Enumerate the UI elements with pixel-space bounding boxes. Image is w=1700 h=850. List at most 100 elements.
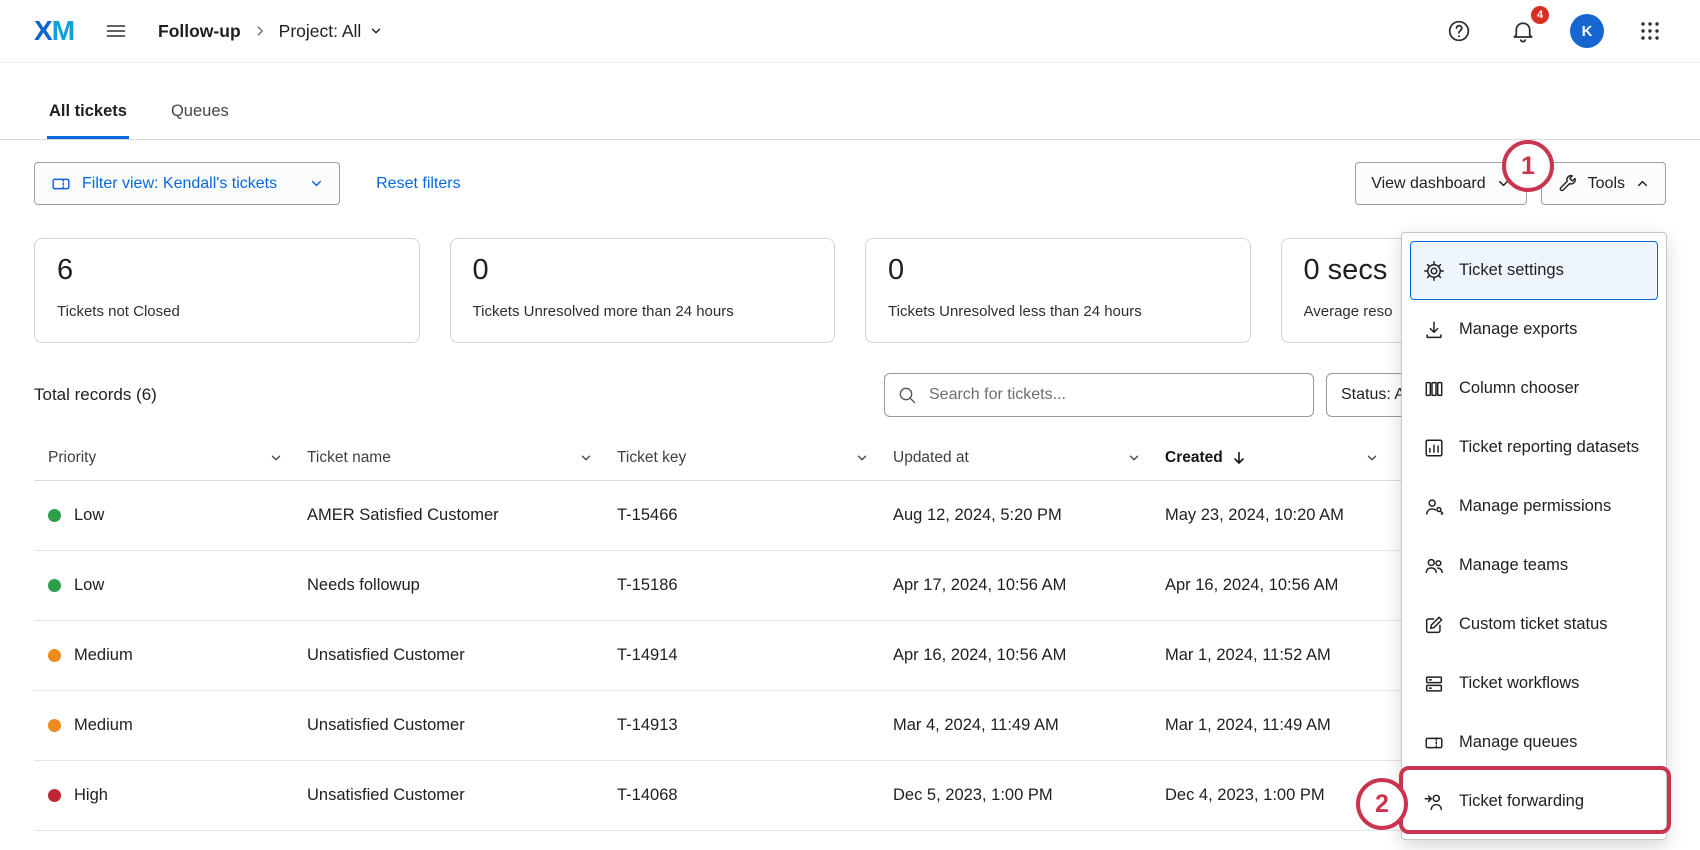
search-box (884, 373, 1314, 417)
chevron-down-icon (309, 176, 324, 191)
menu-item-label: Ticket forwarding (1459, 792, 1584, 811)
person-key-icon (1423, 496, 1445, 518)
priority-label: Low (74, 576, 104, 595)
tab-bar: All tickets Queues (0, 102, 1700, 140)
annotation-step-1: 1 (1502, 140, 1554, 192)
stat-value: 0 (473, 254, 813, 287)
chevron-down-icon (269, 451, 283, 465)
stat-card-unresolved-less-24h: 0 Tickets Unresolved less than 24 hours (865, 238, 1251, 343)
top-bar: X M Follow-up Project: All (0, 0, 1700, 62)
menu-item-ticket-settings[interactable]: Ticket settings (1410, 241, 1658, 300)
chevron-down-icon (855, 451, 869, 465)
menu-item-manage-exports[interactable]: Manage exports (1410, 300, 1658, 359)
tools-button[interactable]: Tools (1541, 162, 1666, 205)
stat-card-unresolved-more-24h: 0 Tickets Unresolved more than 24 hours (450, 238, 836, 343)
priority-label: Low (74, 506, 104, 525)
help-icon[interactable] (1442, 14, 1476, 48)
chevron-up-icon (1635, 176, 1650, 191)
column-header-priority[interactable]: Priority (34, 449, 307, 467)
notification-badge: 4 (1531, 6, 1549, 24)
wrench-icon (1557, 173, 1578, 194)
chevron-down-icon (579, 451, 593, 465)
updated-at-cell: Mar 4, 2024, 11:49 AM (893, 716, 1165, 735)
column-header-ticket-name[interactable]: Ticket name (307, 449, 617, 467)
tools-label: Tools (1588, 175, 1625, 193)
updated-at-cell: Apr 16, 2024, 10:56 AM (893, 646, 1165, 665)
avatar[interactable]: K (1570, 14, 1604, 48)
ticket-icon (50, 173, 72, 195)
breadcrumb-section[interactable]: Follow-up (158, 21, 241, 42)
priority-cell: Low (34, 506, 307, 525)
project-selector-label: Project: All (279, 21, 362, 42)
menu-item-label: Custom ticket status (1459, 615, 1608, 634)
tools-menu: Ticket settings Manage exports Column ch… (1401, 232, 1667, 840)
menu-item-column-chooser[interactable]: Column chooser (1410, 359, 1658, 418)
menu-item-label: Column chooser (1459, 379, 1579, 398)
priority-cell: Medium (34, 646, 307, 665)
filter-view-label: Filter view: Kendall's tickets (82, 175, 277, 193)
menu-item-label: Ticket settings (1459, 261, 1564, 280)
sort-descending-icon (1231, 450, 1247, 466)
menu-item-ticket-forwarding[interactable]: Ticket forwarding (1410, 772, 1658, 831)
menu-item-ticket-workflows[interactable]: Ticket workflows (1410, 654, 1658, 713)
menu-item-manage-queues[interactable]: Manage queues (1410, 713, 1658, 772)
stat-value: 6 (57, 254, 397, 287)
stat-label: Tickets Unresolved less than 24 hours (888, 303, 1228, 320)
updated-at-cell: Apr 17, 2024, 10:56 AM (893, 576, 1165, 595)
column-label: Priority (48, 449, 96, 467)
ticket-name-cell: AMER Satisfied Customer (307, 506, 617, 525)
ticket-name-cell: Needs followup (307, 576, 617, 595)
menu-item-label: Manage exports (1459, 320, 1577, 339)
logo-letter-m: M (52, 15, 74, 47)
stat-value: 0 (888, 254, 1228, 287)
ticket-key-cell: T-14913 (617, 716, 893, 735)
search-icon (897, 385, 917, 405)
topbar-actions: 4 K (1442, 14, 1666, 48)
priority-cell: High (34, 786, 307, 805)
ticket-name-cell: Unsatisfied Customer (307, 716, 617, 735)
updated-at-cell: Aug 12, 2024, 5:20 PM (893, 506, 1165, 525)
priority-dot-medium (48, 649, 61, 662)
people-icon (1423, 555, 1445, 577)
filter-bar: Filter view: Kendall's tickets Reset fil… (34, 162, 1666, 205)
menu-item-manage-permissions[interactable]: Manage permissions (1410, 477, 1658, 536)
priority-cell: Low (34, 576, 307, 595)
menu-item-ticket-reporting-datasets[interactable]: Ticket reporting datasets (1410, 418, 1658, 477)
ticket-name-cell: Unsatisfied Customer (307, 786, 617, 805)
reset-filters-link[interactable]: Reset filters (376, 175, 460, 193)
tab-all-tickets[interactable]: All tickets (47, 102, 129, 139)
updated-at-cell: Dec 5, 2023, 1:00 PM (893, 786, 1165, 805)
chevron-down-icon (369, 24, 383, 38)
menu-item-manage-teams[interactable]: Manage teams (1410, 536, 1658, 595)
annotation-step-2: 2 (1356, 778, 1408, 830)
columns-icon (1423, 378, 1445, 400)
hamburger-menu-icon[interactable] (100, 15, 132, 47)
menu-item-custom-ticket-status[interactable]: Custom ticket status (1410, 595, 1658, 654)
filter-view-button[interactable]: Filter view: Kendall's tickets (34, 162, 340, 205)
priority-dot-low (48, 509, 61, 522)
apps-grid-icon[interactable] (1634, 15, 1666, 47)
stat-label: Tickets not Closed (57, 303, 397, 320)
priority-label: Medium (74, 646, 133, 665)
column-label: Ticket key (617, 449, 686, 467)
tab-queues[interactable]: Queues (169, 102, 231, 139)
xm-logo: X M (34, 15, 74, 47)
priority-cell: Medium (34, 716, 307, 735)
column-header-updated-at[interactable]: Updated at (893, 449, 1165, 467)
priority-dot-low (48, 579, 61, 592)
ticket-key-cell: T-14068 (617, 786, 893, 805)
edit-icon (1423, 614, 1445, 636)
project-selector[interactable]: Project: All (279, 21, 384, 42)
view-dashboard-button[interactable]: View dashboard (1355, 162, 1526, 205)
person-arrow-icon (1423, 791, 1445, 813)
stat-card-not-closed: 6 Tickets not Closed (34, 238, 420, 343)
gear-icon (1423, 260, 1445, 282)
logo-letter-x: X (34, 15, 52, 47)
search-input[interactable] (927, 385, 1301, 405)
ticket-key-cell: T-14914 (617, 646, 893, 665)
column-header-ticket-key[interactable]: Ticket key (617, 449, 893, 467)
stack-icon (1423, 673, 1445, 695)
menu-item-label: Ticket workflows (1459, 674, 1579, 693)
bar-chart-icon (1423, 437, 1445, 459)
view-dashboard-label: View dashboard (1371, 175, 1485, 193)
